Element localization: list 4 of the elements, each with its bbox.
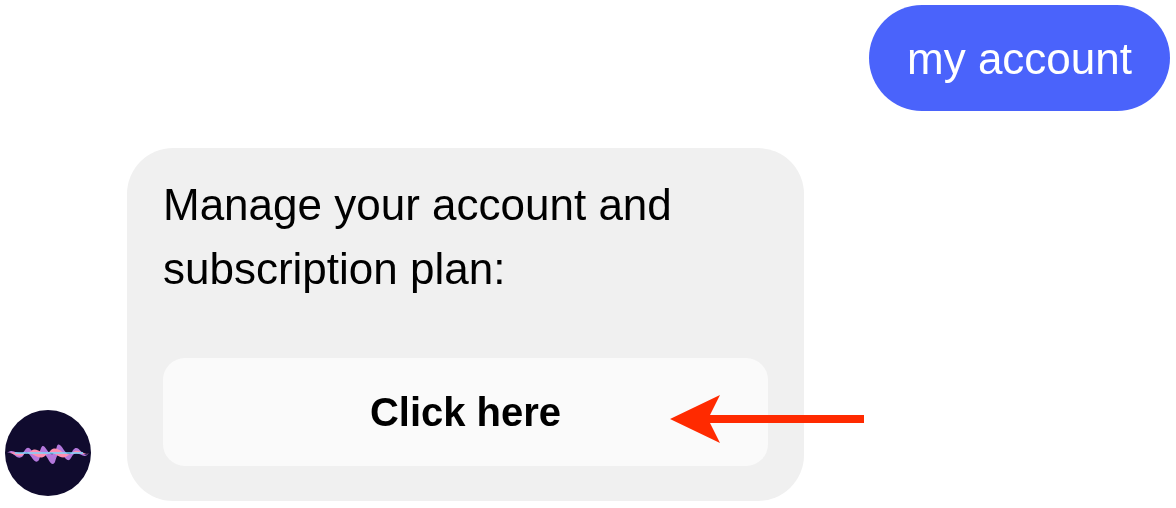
click-here-button[interactable]: Click here bbox=[163, 358, 768, 466]
user-message: my account bbox=[869, 5, 1170, 111]
message-text: Manage your account and subscription plan: bbox=[163, 179, 673, 295]
avatar-icon bbox=[5, 410, 91, 496]
